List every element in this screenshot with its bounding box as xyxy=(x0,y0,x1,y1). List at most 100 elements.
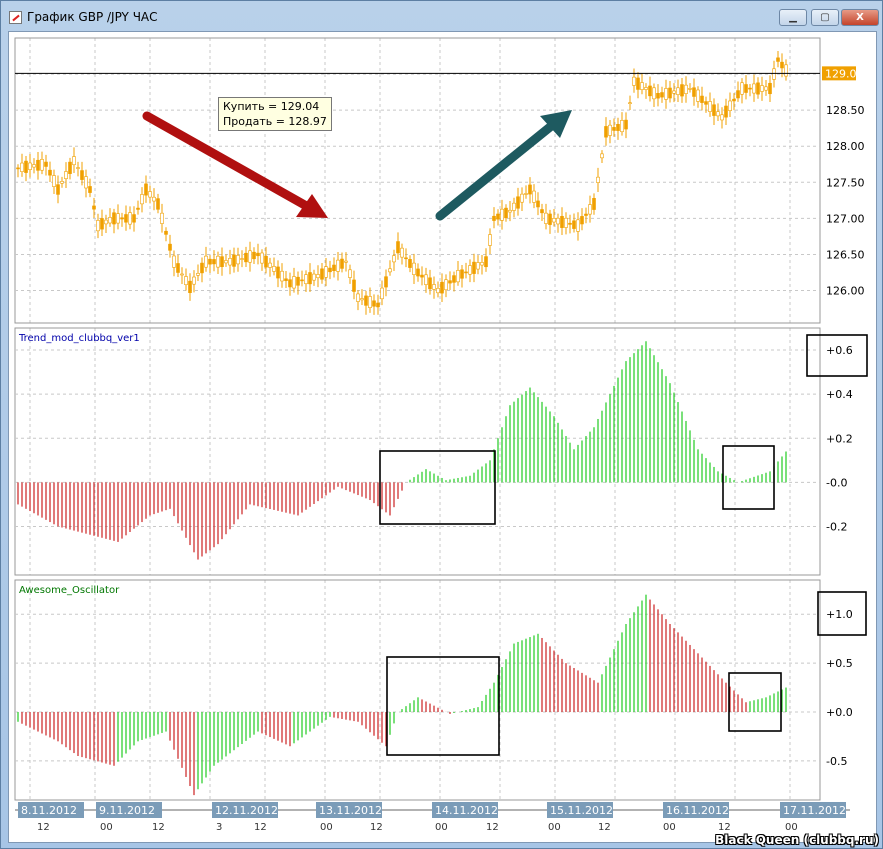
indicator-title: Awesome_Oscillator xyxy=(19,585,120,596)
candle xyxy=(636,77,640,90)
candle xyxy=(204,255,208,268)
candle xyxy=(172,255,176,268)
candle xyxy=(300,279,304,282)
date-label: 17.11.2012 xyxy=(783,804,846,817)
chart-canvas[interactable]: 126.00126.50127.00127.50128.00128.50129.… xyxy=(0,0,883,849)
hour-label: 12 xyxy=(486,822,499,833)
candle xyxy=(28,162,32,170)
candle xyxy=(384,276,388,288)
candle xyxy=(176,263,180,273)
candle xyxy=(716,111,720,117)
candle xyxy=(560,216,564,228)
candle xyxy=(60,181,64,184)
watermark: Black Queen (clubbq.ru) xyxy=(715,833,879,847)
candle xyxy=(496,213,500,220)
candle xyxy=(520,193,524,203)
candle xyxy=(424,274,428,285)
candle xyxy=(320,268,324,280)
y-tick-label: -0.5 xyxy=(826,755,847,768)
candle xyxy=(252,251,256,260)
candle xyxy=(548,213,552,225)
candle xyxy=(148,191,152,198)
candle xyxy=(728,100,732,111)
hour-label: 12 xyxy=(152,822,165,833)
candle xyxy=(268,262,272,268)
candle xyxy=(600,153,604,159)
y-tick-label: 128.50 xyxy=(826,104,865,117)
candle xyxy=(448,280,452,284)
indicator-title: Trend_mod_clubbq_ver1 xyxy=(18,333,140,344)
candle xyxy=(284,278,288,281)
candle xyxy=(668,87,672,99)
candle xyxy=(240,258,244,260)
candle xyxy=(444,279,448,291)
hour-label: 12 xyxy=(598,822,611,833)
candle xyxy=(696,89,700,102)
candle xyxy=(544,212,548,224)
candle xyxy=(516,196,520,209)
candle xyxy=(768,82,772,95)
candle xyxy=(156,198,160,210)
candle xyxy=(640,82,644,90)
candle xyxy=(712,104,716,116)
y-tick-label: -0.2 xyxy=(826,520,847,533)
candle xyxy=(468,265,472,275)
date-label: 9.11.2012 xyxy=(99,804,155,817)
candle xyxy=(228,258,232,266)
candle xyxy=(208,258,212,265)
candle xyxy=(144,183,148,196)
candle xyxy=(784,64,788,77)
candle xyxy=(624,119,628,130)
candle xyxy=(664,88,668,100)
y-tick-label: +0.6 xyxy=(826,344,853,357)
candle xyxy=(472,261,476,274)
candle xyxy=(552,218,556,223)
candle xyxy=(588,204,592,215)
candle xyxy=(296,276,300,286)
candle xyxy=(212,259,216,265)
candle xyxy=(292,276,296,289)
sell-price: Продать = 128.97 xyxy=(223,115,327,128)
candle xyxy=(108,217,112,224)
candle xyxy=(88,186,92,193)
candle xyxy=(652,87,656,100)
candle xyxy=(72,156,76,166)
candle xyxy=(416,268,420,277)
candle xyxy=(504,207,508,219)
candle xyxy=(628,102,632,104)
candle xyxy=(352,279,356,292)
candle xyxy=(256,252,260,257)
candle xyxy=(164,230,168,235)
candle xyxy=(124,214,128,223)
candle xyxy=(140,194,144,205)
candle xyxy=(676,87,680,95)
y-tick-label: +0.4 xyxy=(826,388,853,401)
candle xyxy=(616,124,620,131)
candle xyxy=(168,243,172,251)
candle xyxy=(708,101,712,112)
candle xyxy=(232,254,236,267)
candle xyxy=(348,269,352,278)
candle xyxy=(432,284,436,290)
candle xyxy=(280,270,284,282)
candle xyxy=(340,258,344,269)
candle xyxy=(160,212,164,224)
candle xyxy=(756,82,760,95)
candle xyxy=(40,159,44,171)
candle xyxy=(376,302,380,308)
candle xyxy=(260,252,264,264)
candle xyxy=(740,82,744,95)
candle xyxy=(392,255,396,263)
candle xyxy=(308,272,312,285)
candle xyxy=(364,295,368,306)
candle xyxy=(508,209,512,213)
candle xyxy=(700,95,704,103)
candle xyxy=(648,85,652,97)
candle xyxy=(556,217,560,225)
candle xyxy=(420,274,424,278)
date-label: 16.11.2012 xyxy=(666,804,729,817)
candle xyxy=(136,207,140,210)
candle xyxy=(132,214,136,223)
candle xyxy=(572,220,576,229)
candle xyxy=(24,160,28,173)
